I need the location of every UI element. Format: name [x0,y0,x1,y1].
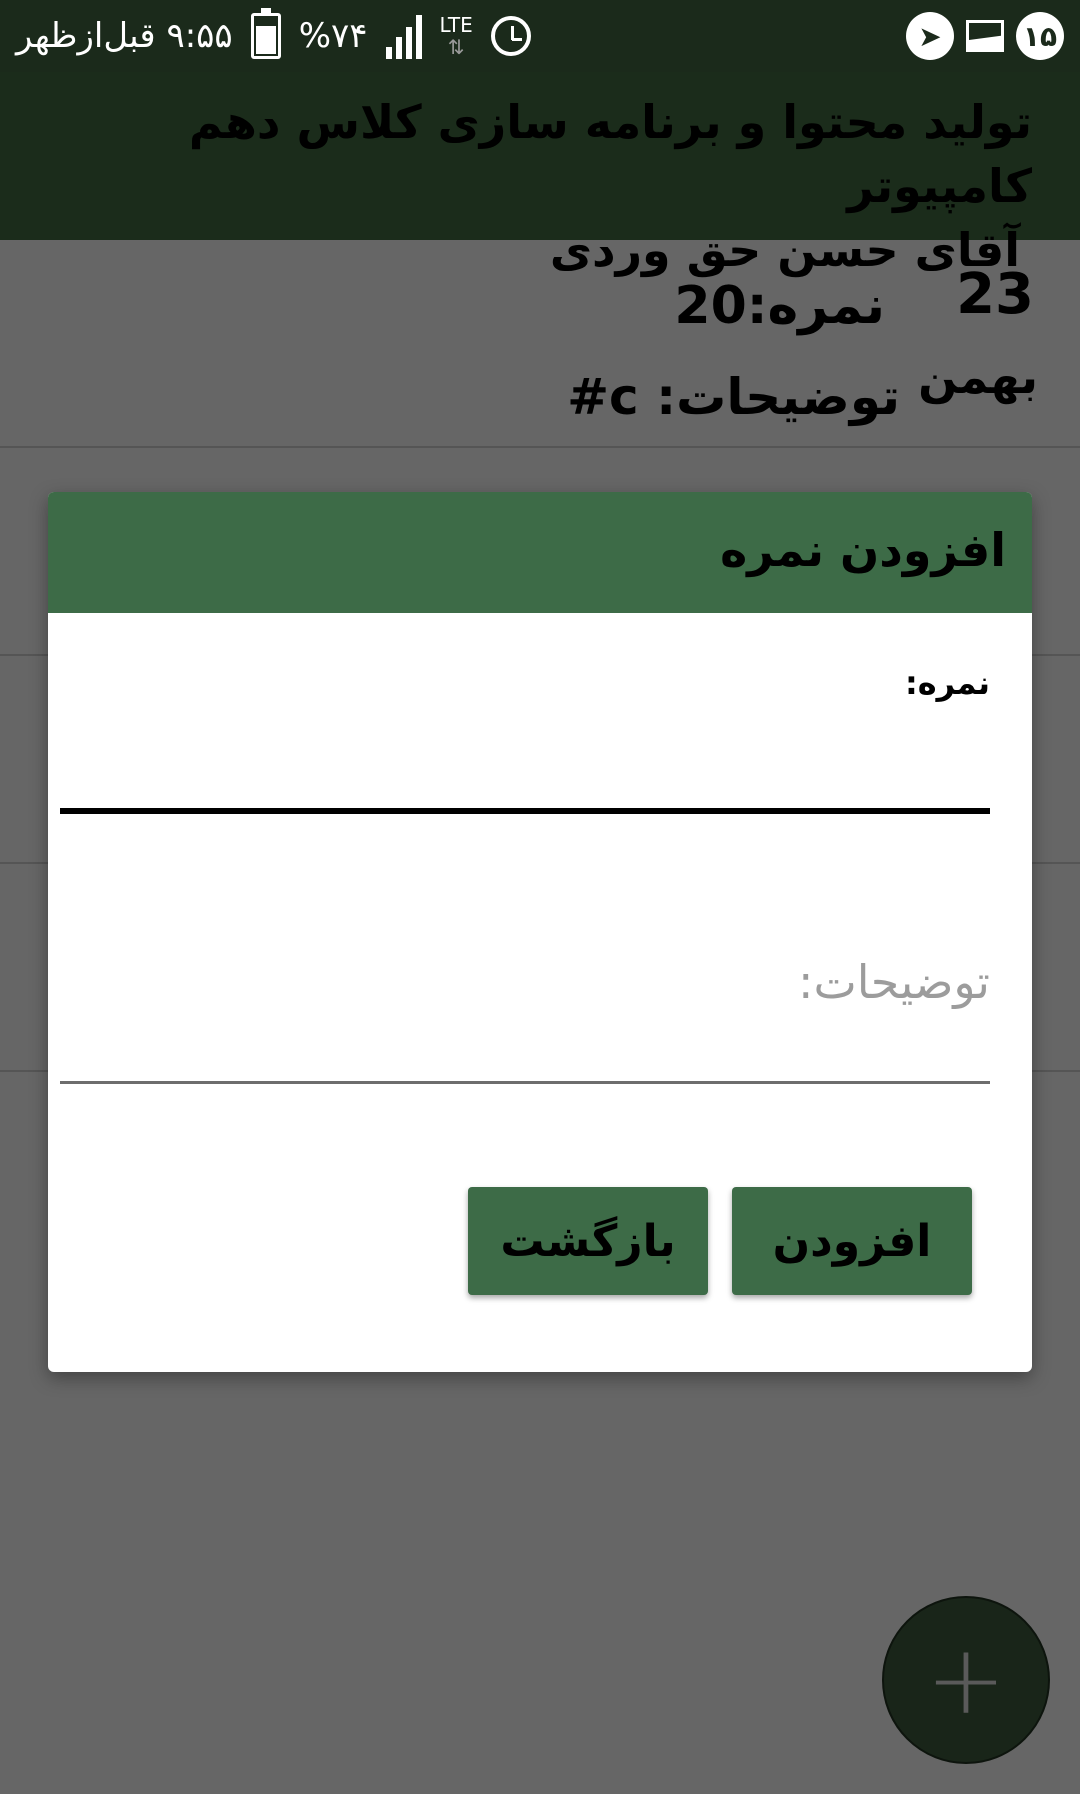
add-grade-dialog: افزودن نمره نمره: افزودن بازگشت [48,492,1032,1372]
item-description: توضیحات: c# [567,368,900,426]
telegram-icon: ➤ [906,12,954,60]
status-right: ➤ ۱۵ [906,0,1064,72]
item-month: بهمن [918,350,1038,404]
status-left: ۹:۵۵ قبل‌ازظهر %۷۴ LTE ⇅ [16,0,531,72]
alarm-icon [490,16,531,56]
dialog-title: افزودن نمره [48,492,1032,613]
item-day: 23 [956,262,1034,327]
app-bar: تولید محتوا و برنامه سازی کلاس دهم کامپی… [0,72,1080,277]
status-time: ۹:۵۵ قبل‌ازظهر [16,16,233,56]
grade-input-underline [60,808,990,814]
signal-icon [385,13,422,59]
notification-count: ۱۵ [1016,12,1064,60]
description-input-underline [60,1081,990,1084]
network-label: LTE [439,13,473,37]
plus-icon: + [925,1624,1007,1736]
battery-percent: %۷۴ [298,16,368,56]
gallery-icon [966,20,1004,52]
item-grade: نمره:20 [674,276,885,336]
app-title-line1: تولید محتوا و برنامه سازی کلاس دهم کامپی… [188,95,1032,213]
back-button[interactable]: بازگشت [468,1187,708,1295]
grade-label: نمره: [904,664,990,702]
description-input[interactable] [60,932,990,1032]
add-grade-fab[interactable]: + [882,1596,1050,1764]
battery-icon [250,8,281,59]
list-item[interactable]: 23 بهمن نمره:20 توضیحات: c# [0,240,1080,448]
data-arrows-icon: ⇅ [447,35,465,59]
status-bar: ۹:۵۵ قبل‌ازظهر %۷۴ LTE ⇅ ➤ ۱۵ [0,0,1080,72]
network-indicator: LTE ⇅ [440,14,473,58]
add-button[interactable]: افزودن [732,1187,972,1295]
screen: ۹:۵۵ قبل‌ازظهر %۷۴ LTE ⇅ ➤ ۱۵ تولید محتو… [0,0,1080,1794]
grade-input[interactable] [60,722,990,802]
